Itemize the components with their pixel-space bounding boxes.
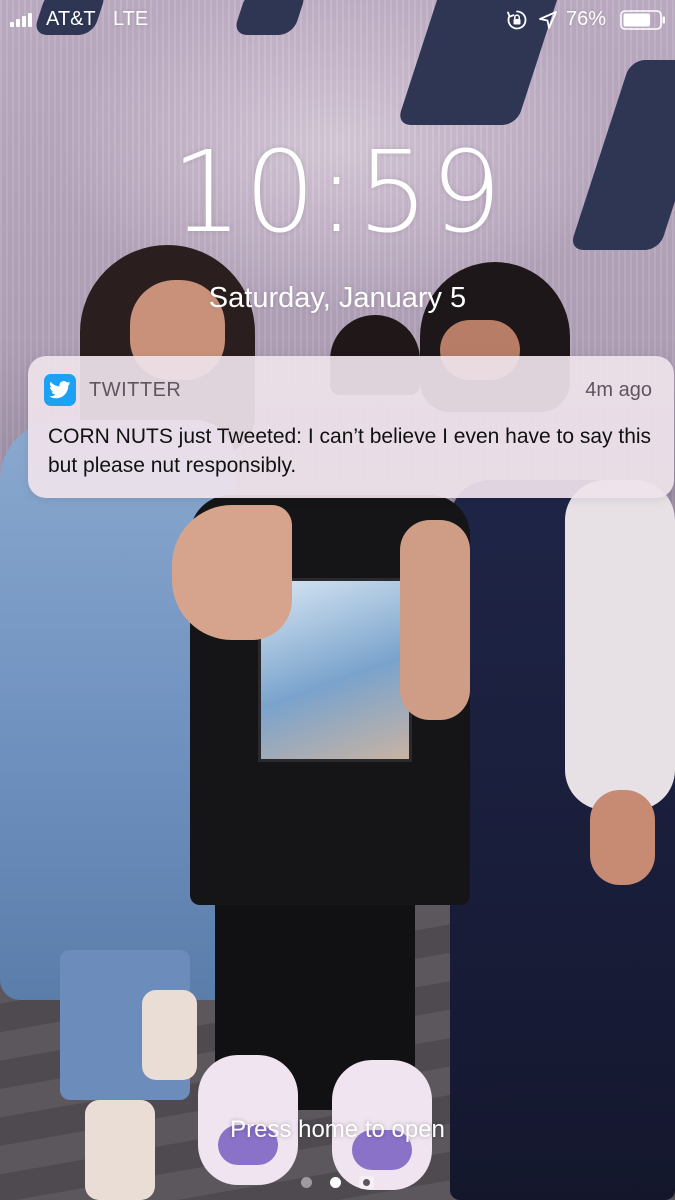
notification-app-name: TWITTER: [89, 379, 182, 401]
page-dot-lock-screen: [330, 1177, 341, 1188]
notification-time: 4m ago: [585, 379, 652, 401]
lock-screen-date: Saturday, January 5: [208, 282, 467, 314]
signal-icon: [10, 12, 32, 27]
lock-screen: AT&T LTE 76% 10:59 Saturday, January 5 T…: [0, 0, 675, 1200]
lock-screen-time: 10:59: [171, 128, 504, 258]
twitter-bird-icon: [44, 374, 76, 406]
notification-body: CORN NUTS just Tweeted: I can’t believe …: [48, 425, 652, 477]
battery-icon: [620, 10, 665, 30]
press-home-hint: Press home to open: [230, 1116, 445, 1143]
network-type: LTE: [113, 8, 149, 30]
page-indicator: [0, 1176, 675, 1189]
location-arrow-icon: [539, 11, 557, 29]
twitter-notification[interactable]: TWITTER 4m ago CORN NUTS just Tweeted: I…: [28, 356, 674, 498]
page-dot-today-view: [301, 1177, 312, 1188]
carrier-name: AT&T: [46, 8, 96, 30]
rotation-lock-icon: [507, 10, 527, 30]
camera-page-icon: [359, 1176, 374, 1189]
battery-percent: 76%: [566, 8, 607, 30]
status-bar: AT&T LTE 76%: [0, 0, 675, 40]
